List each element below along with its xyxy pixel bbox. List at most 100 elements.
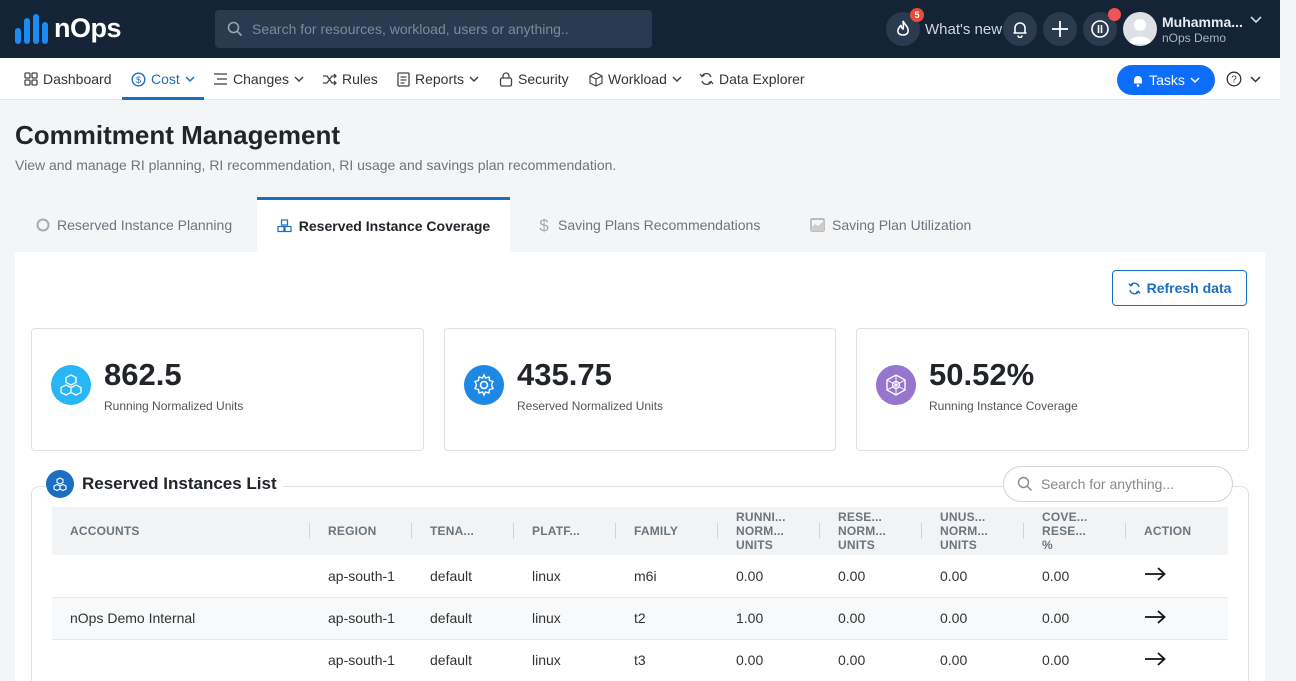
column-header-label: TENA... — [430, 524, 475, 538]
column-header-label: ACTION — [1144, 524, 1192, 538]
chevron-down-icon — [672, 75, 682, 82]
tab-label: Reserved Instance Coverage — [298, 218, 491, 234]
cell-unused: 0.00 — [940, 610, 968, 626]
nav-item-label: Changes — [233, 71, 290, 87]
tasks-label: Tasks — [1149, 72, 1185, 88]
page-title: Commitment Management — [15, 120, 341, 150]
cell-action — [1126, 639, 1228, 681]
column-header-label: COVE... — [1042, 510, 1088, 524]
running-normalized-units-card: 862.5 Running Normalized Units — [31, 328, 424, 451]
column-header[interactable]: RESE... NORM... UNITS — [820, 507, 922, 555]
cell-platform: linux — [532, 567, 561, 584]
tab-reserved-instance-coverage[interactable]: Reserved Instance Coverage — [257, 197, 510, 252]
column-header[interactable]: COVE... RESE...% — [1024, 507, 1126, 555]
nav-item-changes[interactable]: Changes — [213, 58, 304, 100]
cubes-icon — [46, 470, 74, 498]
lock-icon — [499, 71, 513, 87]
nav-item-reports[interactable]: Reports — [397, 58, 479, 100]
nav-item-label: Dashboard — [43, 71, 112, 87]
running-instance-coverage-card: 50.52% Running Instance Coverage — [856, 328, 1249, 451]
chevron-down-icon — [1190, 76, 1200, 83]
column-header-label: RESE... — [838, 510, 883, 524]
cubes-icon — [277, 219, 292, 233]
cell-coverage: 0.00 — [1042, 610, 1070, 626]
column-header[interactable]: ACTION — [1126, 507, 1228, 555]
nav-item-cost[interactable]: $ Cost — [131, 58, 195, 100]
user-name[interactable]: Muhamma... — [1162, 14, 1243, 30]
refresh-data-label: Refresh data — [1146, 280, 1232, 296]
nav-item-rules[interactable]: Rules — [322, 58, 378, 100]
active-nav-indicator — [122, 97, 204, 100]
avatar[interactable] — [1123, 12, 1157, 46]
tab-saving-plans-recommendations[interactable]: $ Saving Plans Recommendations — [537, 197, 760, 252]
cell-running: 1.00 — [736, 610, 764, 626]
notifications-button[interactable] — [1003, 12, 1037, 46]
flame-icon — [897, 20, 909, 36]
column-header-label: RUNNI... — [736, 510, 786, 524]
card-value: 862.5 — [104, 357, 182, 392]
column-header[interactable]: PLATF... — [514, 507, 616, 555]
help-menu[interactable]: ? — [1226, 71, 1261, 87]
column-header[interactable]: FAMILY — [616, 507, 718, 555]
column-header[interactable]: TENA... — [412, 507, 514, 555]
arrow-right-icon[interactable] — [1144, 609, 1166, 624]
whats-new-label[interactable]: What's new — [925, 21, 1002, 38]
cell-account: nOps Demo Internal — [70, 610, 196, 626]
list-search[interactable] — [1003, 466, 1233, 502]
column-header[interactable]: RUNNI... NORM... UNITS — [718, 507, 820, 555]
tab-saving-plan-utilization[interactable]: Saving Plan Utilization — [810, 197, 971, 252]
tab-label: Reserved Instance Planning — [57, 216, 233, 233]
column-header[interactable]: REGION — [310, 507, 412, 555]
column-header-label: % — [1042, 538, 1053, 552]
table-row: ap-south-1 default linux m6i 0.00 0.00 0.00 0.0… — [52, 555, 1228, 597]
nav-item-data-explorer[interactable]: Data Explorer — [699, 58, 805, 100]
column-header-label: NORM... — [838, 524, 887, 538]
dollar-circle-icon: $ — [131, 71, 146, 87]
chevron-down-icon[interactable] — [1250, 16, 1262, 24]
arrow-right-icon[interactable] — [1144, 567, 1166, 581]
column-header[interactable]: UNUS... NORM... UNITS — [922, 507, 1024, 555]
arrow-right-icon[interactable] — [1144, 651, 1166, 666]
status-dot — [1108, 8, 1121, 21]
nav-item-dashboard[interactable]: Dashboard — [24, 58, 112, 100]
tab-reserved-instance-planning[interactable]: Reserved Instance Planning — [36, 197, 232, 252]
column-header[interactable]: ACCOUNTS — [52, 507, 310, 555]
table-row: nOps Demo Internal ap-south-1 default linux… — [52, 597, 1228, 639]
nops-logo[interactable]: nOps — [15, 13, 122, 44]
add-button[interactable] — [1043, 12, 1077, 46]
column-header-label: UNITS — [736, 538, 773, 552]
nav-item-security[interactable]: Security — [499, 58, 569, 100]
refresh-data-button[interactable]: Refresh data — [1112, 270, 1247, 306]
cell-family: m6i — [634, 567, 657, 584]
cell-platform: linux — [532, 652, 561, 668]
cell-platform: linux — [532, 610, 561, 626]
svg-text:$: $ — [136, 75, 141, 85]
refresh-icon — [1128, 282, 1141, 294]
nav-item-workload[interactable]: Workload — [589, 58, 682, 100]
search-icon — [227, 21, 243, 37]
gear-icon — [464, 365, 504, 405]
nav-item-label: Reports — [415, 71, 465, 87]
tasks-button[interactable]: Tasks — [1117, 65, 1215, 95]
circle-outline-icon — [36, 218, 50, 231]
column-header-label: PLATF... — [532, 524, 581, 538]
tab-label: Saving Plan Utilization — [832, 216, 972, 233]
nav-item-label: Cost — [151, 71, 180, 87]
nav-item-label: Rules — [342, 71, 378, 87]
column-header-label: UNUS... — [940, 510, 986, 524]
cube-icon — [589, 71, 603, 87]
search-icon — [1017, 476, 1032, 491]
cell-tenancy: default — [430, 567, 473, 584]
nav-item-label: Security — [518, 71, 569, 87]
card-label: Reserved Normalized Units — [517, 399, 664, 413]
cell-reserved: 0.00 — [838, 567, 866, 584]
global-search[interactable] — [215, 10, 652, 48]
chevron-down-icon — [1250, 75, 1261, 83]
list-title: Reserved Instances List — [82, 474, 277, 493]
list-search-input[interactable] — [1041, 476, 1221, 492]
column-header-label: ACCOUNTS — [70, 524, 140, 538]
card-value: 50.52% — [929, 357, 1035, 392]
cell-coverage: 0.00 — [1042, 652, 1070, 668]
global-search-input[interactable] — [252, 21, 632, 37]
chevron-down-icon — [294, 75, 304, 82]
